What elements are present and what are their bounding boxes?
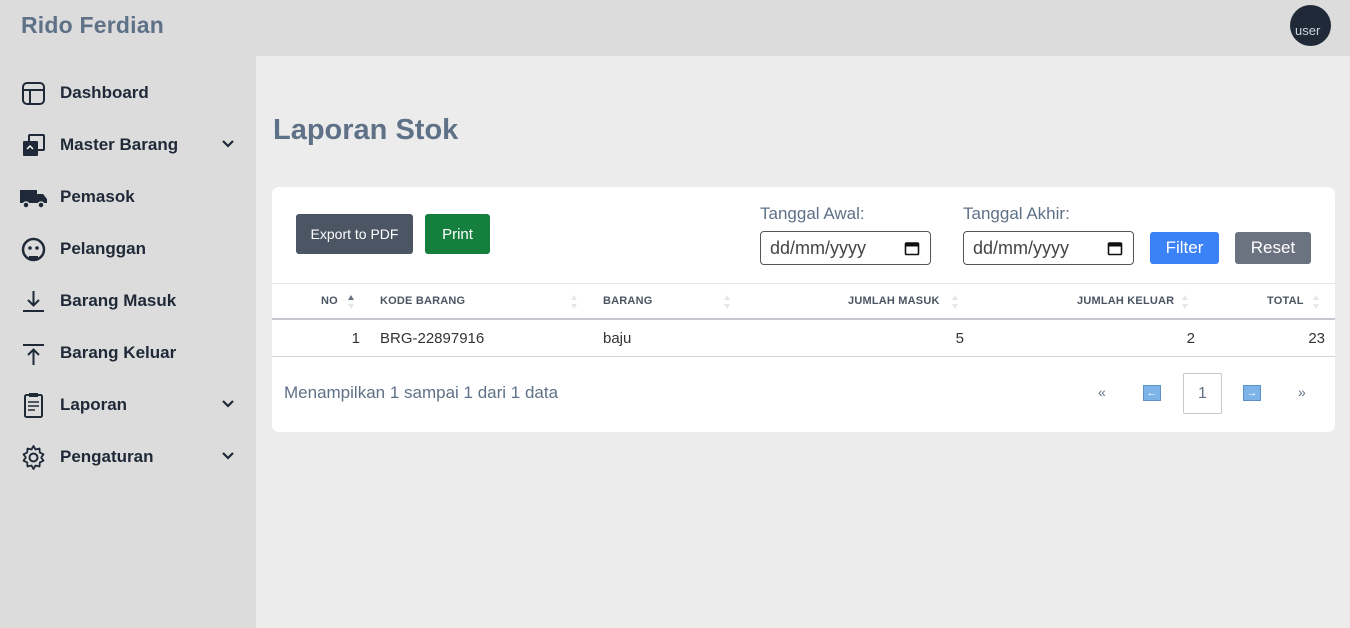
date-placeholder: dd/mm/yyyy (973, 238, 1070, 258)
end-date-label: Tanggal Akhir: (963, 204, 1070, 223)
upload-arrow-icon (23, 344, 44, 365)
sidebar-item-label: Pengaturan (60, 447, 154, 466)
pagination-prev-icon[interactable]: ← (1143, 385, 1161, 401)
avatar-alt-text: user (1295, 23, 1321, 38)
table-info-text: Menampilkan 1 sampai 1 dari 1 data (284, 383, 559, 402)
sort-icon[interactable] (1312, 294, 1320, 310)
print-button[interactable]: Print (425, 214, 490, 254)
sidebar: Dashboard Master Barang Pemasok Pelangga… (0, 56, 256, 628)
sort-icon[interactable] (723, 294, 731, 310)
top-navbar: Rido Ferdian user (0, 0, 1350, 56)
cell-jumlah-keluar: 2 (1186, 330, 1195, 347)
sort-asc-icon[interactable] (347, 294, 355, 310)
start-date-label: Tanggal Awal: (760, 204, 865, 223)
sidebar-item-laporan[interactable]: Laporan (0, 385, 256, 425)
sidebar-item-label: Laporan (60, 395, 128, 414)
start-date-input[interactable]: dd/mm/yyyy (760, 231, 931, 265)
clipboard-icon (24, 393, 43, 418)
sort-icon[interactable] (951, 294, 959, 310)
chevron-down-icon (222, 452, 234, 460)
sidebar-item-label: Pelanggan (60, 239, 146, 258)
copy-icon (23, 134, 45, 156)
column-header-jumlah-masuk[interactable]: JUMLAH MASUK (848, 295, 940, 307)
column-header-barang[interactable]: BARANG (603, 295, 652, 307)
sidebar-item-master-barang[interactable]: Master Barang (0, 125, 256, 165)
user-avatar[interactable]: user (1290, 5, 1331, 46)
cell-no: 1 (351, 330, 360, 347)
cell-total: 23 (1308, 330, 1325, 347)
sidebar-item-barang-keluar[interactable]: Barang Keluar (0, 333, 256, 373)
sort-icon[interactable] (570, 294, 578, 310)
customer-icon (21, 237, 46, 262)
download-arrow-icon (23, 291, 44, 312)
column-header-jumlah-keluar[interactable]: JUMLAH KELUAR (1077, 295, 1174, 307)
pagination-last[interactable]: » (1298, 384, 1306, 400)
chevron-down-icon (222, 400, 234, 408)
cell-barang: baju (603, 330, 632, 347)
table-row: 1 BRG-22897916 baju 5 2 23 (272, 320, 1335, 357)
sidebar-item-label: Dashboard (60, 83, 149, 102)
calendar-icon[interactable] (1107, 240, 1123, 256)
app-title[interactable]: Rido Ferdian (21, 12, 164, 39)
cell-jumlah-masuk: 5 (955, 330, 964, 347)
sidebar-item-barang-masuk[interactable]: Barang Masuk (0, 281, 256, 321)
reset-button[interactable]: Reset (1235, 232, 1311, 264)
sidebar-item-label: Pemasok (60, 187, 135, 206)
date-placeholder: dd/mm/yyyy (770, 238, 867, 258)
column-header-total[interactable]: TOTAL (1267, 295, 1304, 307)
calendar-icon[interactable] (904, 240, 920, 256)
pagination-first[interactable]: « (1098, 384, 1106, 400)
filter-button[interactable]: Filter (1150, 232, 1219, 264)
sidebar-item-pengaturan[interactable]: Pengaturan (0, 437, 256, 477)
dashboard-icon (22, 82, 45, 105)
sort-icon[interactable] (1181, 294, 1189, 310)
gear-icon (22, 445, 45, 470)
sidebar-item-pemasok[interactable]: Pemasok (0, 177, 256, 217)
column-header-kode-barang[interactable]: KODE BARANG (380, 295, 465, 307)
end-date-input[interactable]: dd/mm/yyyy (963, 231, 1134, 265)
main-content: Laporan Stok Export to PDF Print Tanggal… (256, 56, 1350, 628)
sidebar-item-label: Barang Keluar (60, 343, 177, 362)
pagination-current-page[interactable]: 1 (1183, 373, 1222, 414)
column-header-no[interactable]: NO (321, 295, 338, 307)
export-pdf-button[interactable]: Export to PDF (296, 214, 413, 254)
table-header: NO KODE BARANG BARANG JUMLAH MASUK JUMLA… (272, 283, 1335, 320)
sidebar-item-dashboard[interactable]: Dashboard (0, 73, 256, 113)
pagination-next-icon[interactable]: → (1243, 385, 1261, 401)
chevron-down-icon (222, 140, 234, 148)
sidebar-item-label: Barang Masuk (60, 291, 177, 310)
truck-icon (20, 190, 47, 209)
page-title: Laporan Stok (273, 114, 459, 146)
cell-kode-barang: BRG-22897916 (380, 330, 485, 347)
sidebar-item-label: Master Barang (60, 135, 179, 154)
report-card: Export to PDF Print Tanggal Awal: dd/mm/… (272, 187, 1335, 432)
sidebar-item-pelanggan[interactable]: Pelanggan (0, 229, 256, 269)
